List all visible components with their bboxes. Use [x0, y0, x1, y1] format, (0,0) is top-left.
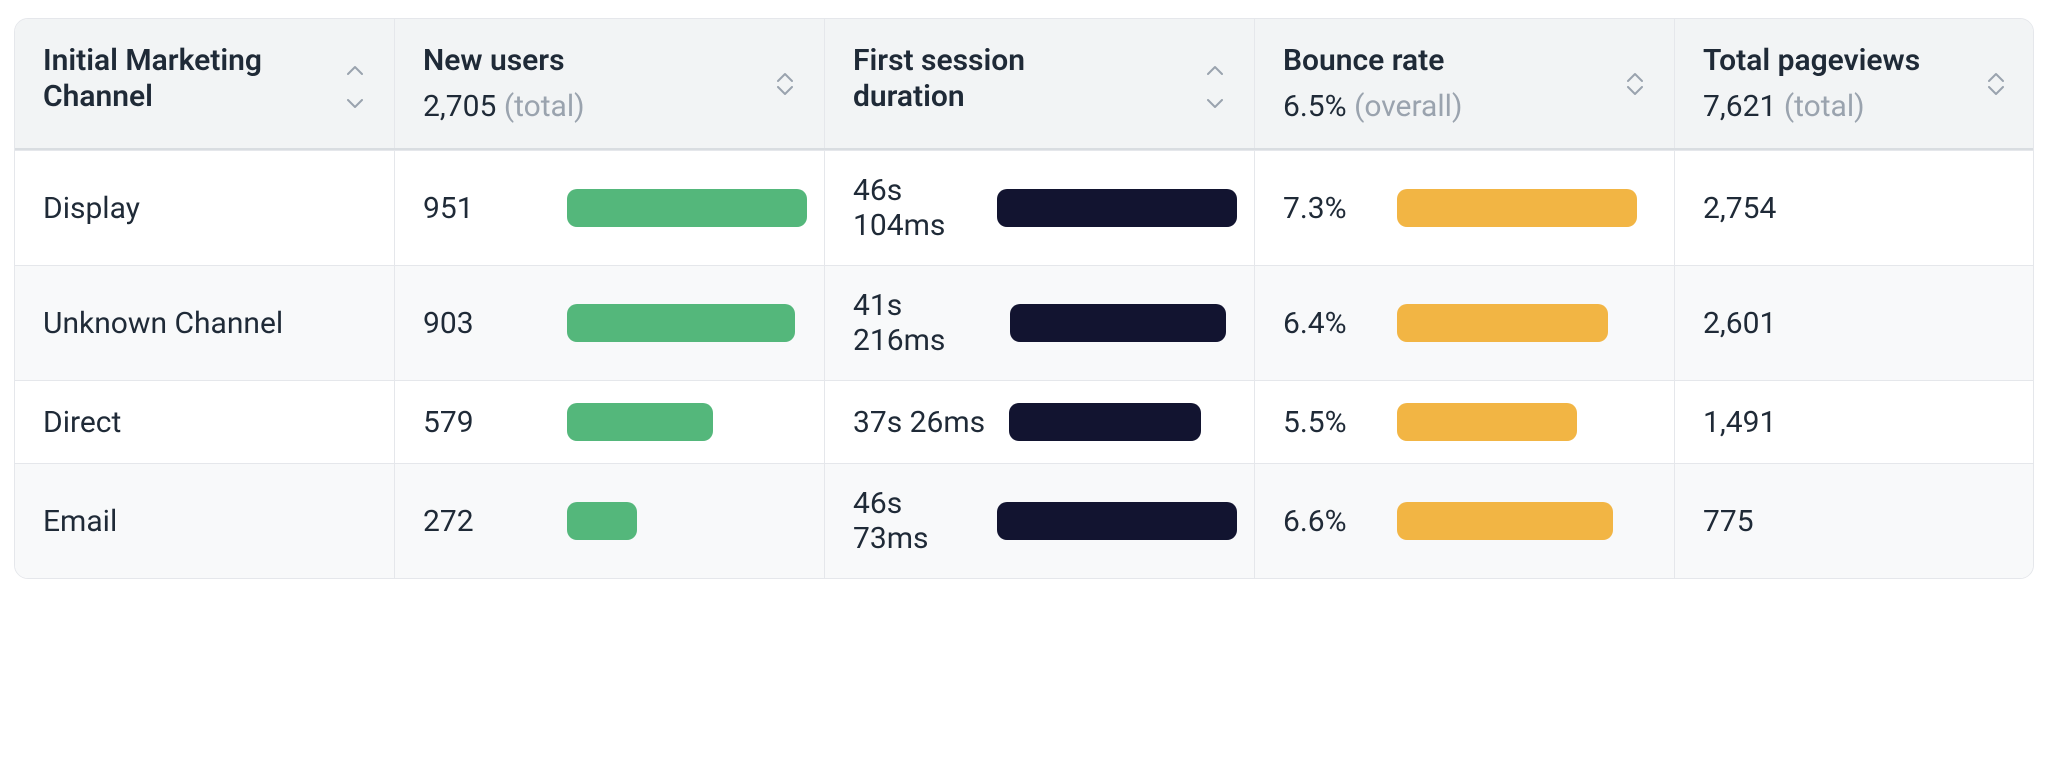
bounce_rate-bar: [1397, 304, 1608, 342]
col-summary-note: (total): [1784, 89, 1865, 124]
bounce_rate-cell: 6.4%: [1255, 266, 1675, 380]
chevron-down-icon[interactable]: [1627, 86, 1643, 96]
table-body: Display 951 46s 104ms 7.3% 2,754 Unknown Chan…: [15, 150, 2033, 578]
sort-control: [1624, 43, 1646, 124]
new_users-value: 903: [423, 306, 543, 341]
new_users-value: 272: [423, 504, 543, 539]
bounce_rate-value: 6.6%: [1283, 504, 1373, 539]
new_users-cell: 903: [395, 266, 825, 380]
first_session-bar: [1009, 403, 1201, 441]
col-summary-note: (total): [504, 89, 585, 124]
first_session-bar: [997, 189, 1237, 227]
col-header-bounce-rate[interactable]: Bounce rate 6.5% (overall): [1255, 19, 1675, 148]
first_session-value: 46s 104ms: [853, 173, 973, 243]
first_session-value: 46s 73ms: [853, 486, 973, 556]
table-row: Direct 579 37s 26ms 5.5% 1,491: [15, 380, 2033, 463]
channel-cell[interactable]: Email: [15, 464, 395, 578]
chevron-down-icon[interactable]: [1988, 86, 2004, 96]
col-summary-value: 2,705: [423, 89, 496, 124]
new_users-cell: 579: [395, 381, 825, 463]
channel-cell[interactable]: Display: [15, 151, 395, 265]
col-summary-note: (overall): [1354, 89, 1462, 124]
first_session-cell: 37s 26ms: [825, 381, 1255, 463]
chevron-up-icon[interactable]: [1207, 65, 1223, 75]
chevron-up-icon[interactable]: [1627, 72, 1643, 82]
pageviews-value: 1,491: [1703, 405, 1823, 440]
col-summary-value: 6.5%: [1283, 89, 1347, 124]
pageviews-cell: 775: [1675, 464, 2034, 578]
channel-name: Unknown Channel: [43, 306, 283, 341]
col-label: First session duration: [853, 43, 1073, 115]
new_users-bar: [567, 304, 795, 342]
col-header-dimension[interactable]: Initial Marketing Channel: [15, 19, 395, 148]
sort-control: [344, 43, 366, 124]
pageviews-cell: 2,601: [1675, 266, 2034, 380]
table-row: Display 951 46s 104ms 7.3% 2,754: [15, 150, 2033, 265]
first_session-value: 37s 26ms: [853, 405, 985, 440]
pageviews-value: 775: [1703, 504, 1823, 539]
col-label: New users: [423, 43, 585, 79]
marketing-channel-table: Initial Marketing Channel New users 2,70…: [14, 18, 2034, 579]
bounce_rate-cell: 7.3%: [1255, 151, 1675, 265]
chevron-down-icon[interactable]: [777, 86, 793, 96]
new_users-bar: [567, 502, 637, 540]
new_users-cell: 272: [395, 464, 825, 578]
col-header-first-session[interactable]: First session duration: [825, 19, 1255, 148]
sort-control: [1985, 43, 2007, 124]
channel-name: Email: [43, 504, 117, 539]
first_session-cell: 41s 216ms: [825, 266, 1255, 380]
col-header-pageviews[interactable]: Total pageviews 7,621 (total): [1675, 19, 2034, 148]
bounce_rate-cell: 5.5%: [1255, 381, 1675, 463]
pageviews-cell: 2,754: [1675, 151, 2034, 265]
channel-name: Display: [43, 191, 140, 226]
sort-control: [774, 43, 796, 124]
bounce_rate-cell: 6.6%: [1255, 464, 1675, 578]
bounce_rate-bar: [1397, 403, 1577, 441]
sort-control: [1204, 43, 1226, 124]
first_session-value: 41s 216ms: [853, 288, 986, 358]
channel-cell[interactable]: Unknown Channel: [15, 266, 395, 380]
bounce_rate-value: 5.5%: [1283, 405, 1373, 440]
first_session-cell: 46s 104ms: [825, 151, 1255, 265]
chevron-down-icon[interactable]: [1207, 99, 1223, 109]
new_users-cell: 951: [395, 151, 825, 265]
col-summary: 7,621 (total): [1703, 89, 1920, 124]
col-label: Total pageviews: [1703, 43, 1920, 79]
bounce_rate-value: 7.3%: [1283, 191, 1373, 226]
col-summary-value: 7,621: [1703, 89, 1776, 124]
bounce_rate-bar: [1397, 189, 1637, 227]
col-summary: 6.5% (overall): [1283, 89, 1462, 124]
new_users-value: 579: [423, 405, 543, 440]
col-header-new-users[interactable]: New users 2,705 (total): [395, 19, 825, 148]
col-label: Bounce rate: [1283, 43, 1462, 79]
chevron-up-icon[interactable]: [347, 65, 363, 75]
new_users-bar: [567, 403, 713, 441]
first_session-cell: 46s 73ms: [825, 464, 1255, 578]
table-header: Initial Marketing Channel New users 2,70…: [15, 19, 2033, 150]
pageviews-cell: 1,491: [1675, 381, 2034, 463]
first_session-bar: [1010, 304, 1226, 342]
pageviews-value: 2,754: [1703, 191, 1823, 226]
first_session-bar: [997, 502, 1237, 540]
chevron-up-icon[interactable]: [777, 72, 793, 82]
col-label: Initial Marketing Channel: [43, 43, 263, 115]
chevron-up-icon[interactable]: [1988, 72, 2004, 82]
channel-cell[interactable]: Direct: [15, 381, 395, 463]
col-summary: 2,705 (total): [423, 89, 585, 124]
new_users-value: 951: [423, 191, 543, 226]
table-row: Email 272 46s 73ms 6.6% 775: [15, 463, 2033, 578]
chevron-down-icon[interactable]: [347, 99, 363, 109]
pageviews-value: 2,601: [1703, 306, 1823, 341]
bounce_rate-bar: [1397, 502, 1613, 540]
new_users-bar: [567, 189, 807, 227]
table-row: Unknown Channel 903 41s 216ms 6.4% 2,601: [15, 265, 2033, 380]
bounce_rate-value: 6.4%: [1283, 306, 1373, 341]
channel-name: Direct: [43, 405, 121, 440]
